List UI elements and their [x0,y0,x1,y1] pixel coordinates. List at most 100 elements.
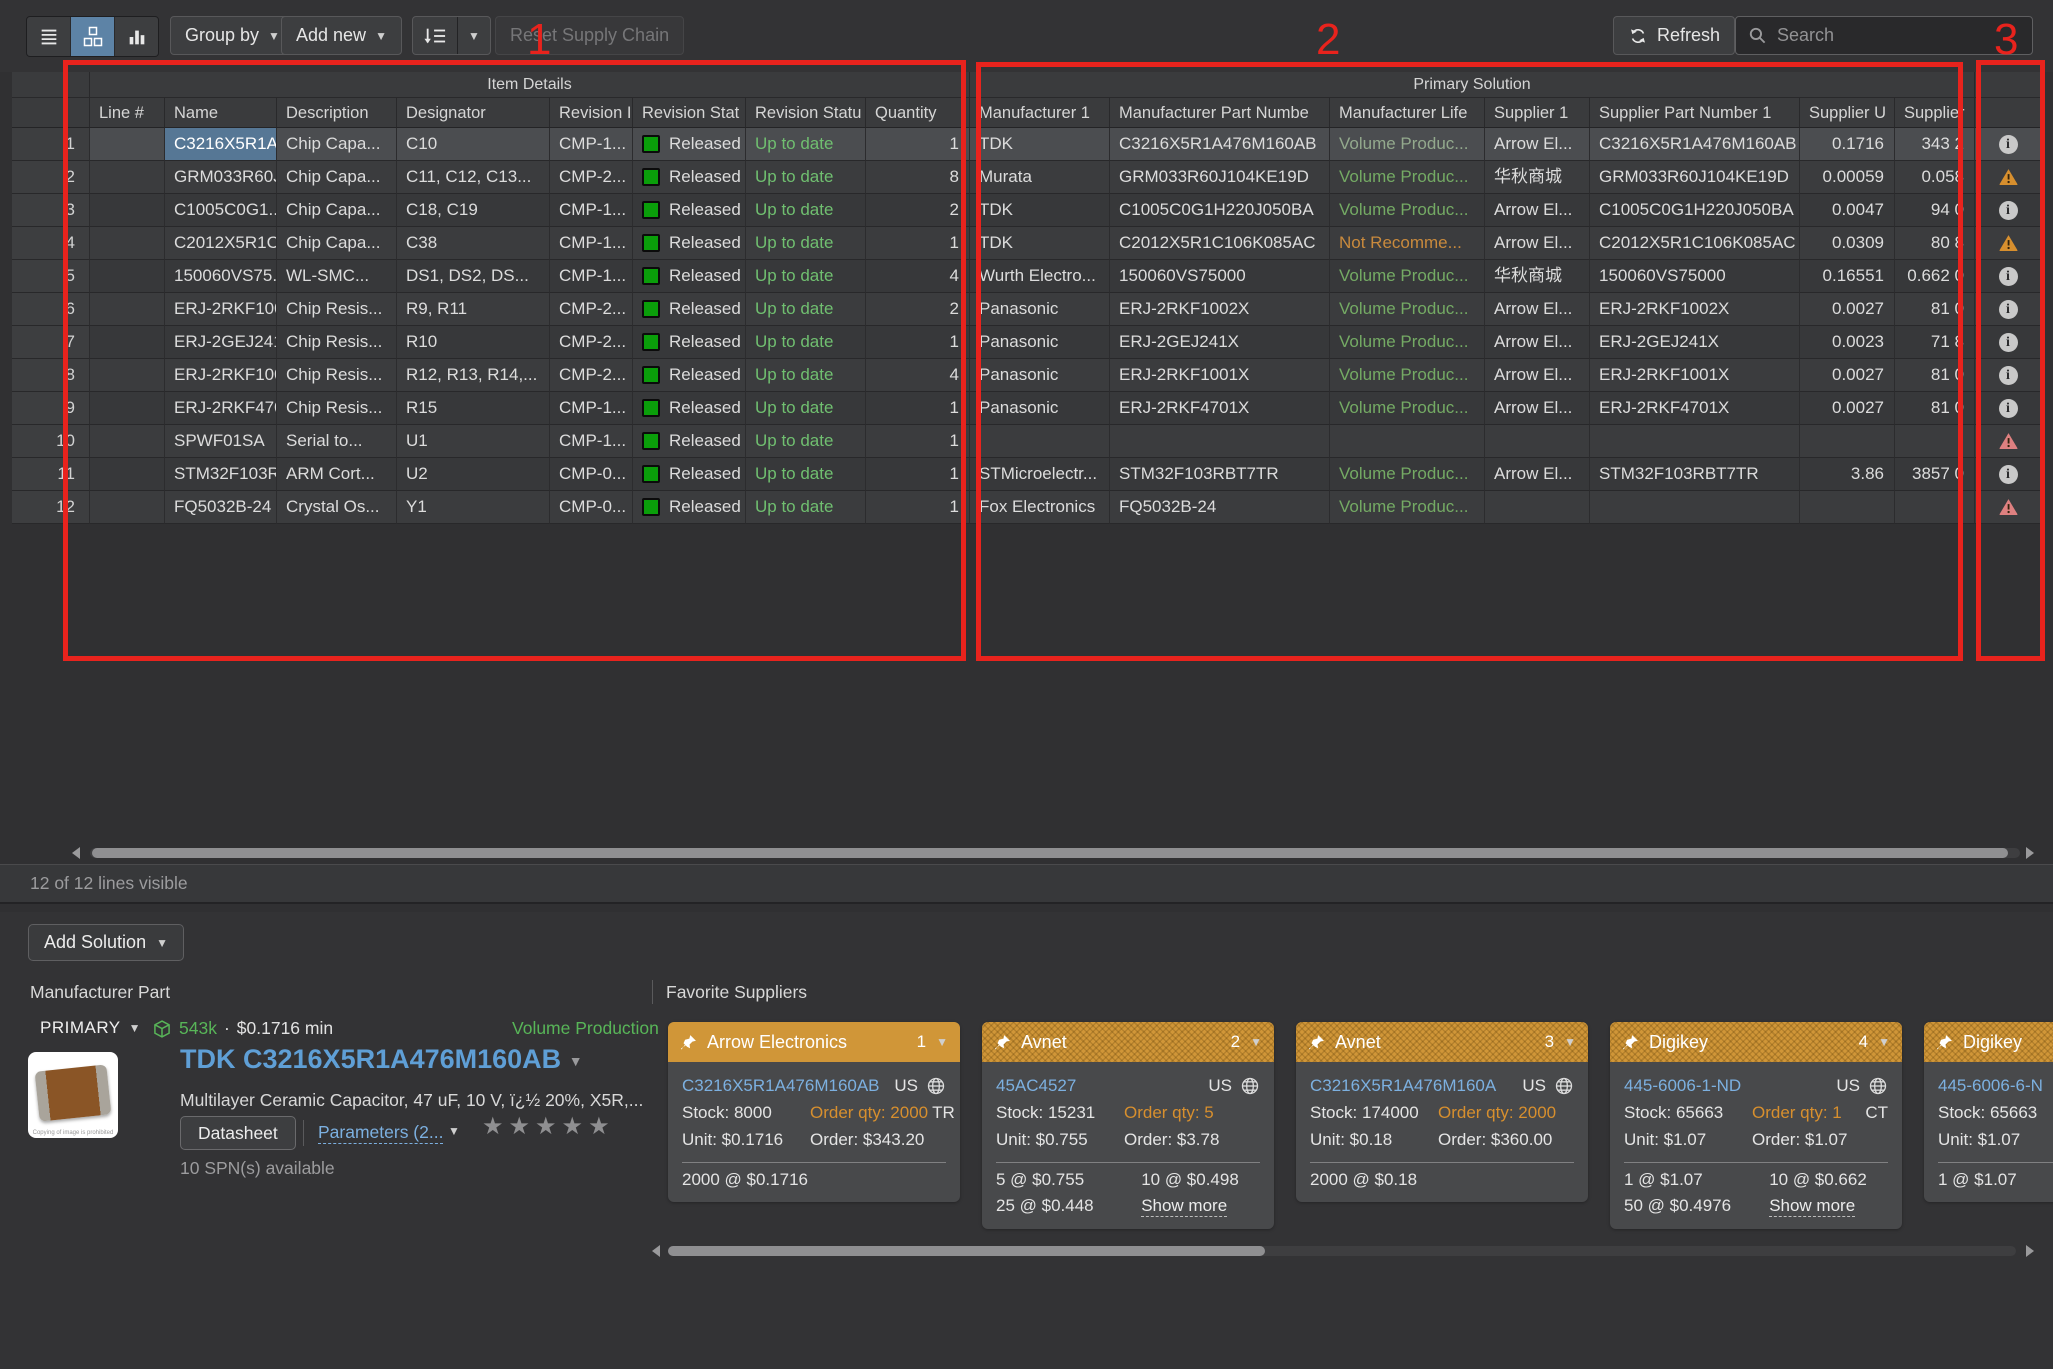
cell-supplier[interactable] [1485,425,1590,458]
cell-supplier-unit-price[interactable] [1800,491,1895,524]
cell-line[interactable] [90,326,165,359]
cell-revision-id[interactable]: CMP-2... [550,161,633,194]
cell-supplier[interactable]: Arrow El... [1485,326,1590,359]
cell-supplier-unit-price[interactable]: 0.0027 [1800,359,1895,392]
cell-revision-status[interactable]: Released [633,293,746,326]
cell-revision-status[interactable]: Released [633,359,746,392]
cell-revision-id[interactable]: CMP-0... [550,491,633,524]
supplier-card-header[interactable]: Digikey▼ [1924,1022,2053,1062]
add-new-button[interactable]: Add new ▼ [281,16,402,55]
cell-revision-id[interactable]: CMP-2... [550,359,633,392]
solution-rank-dropdown[interactable]: PRIMARY ▼ [40,1018,141,1038]
cell-name[interactable]: SPWF01SA [165,425,277,458]
cell-supplier-extra[interactable]: 343 2 [1895,128,1975,161]
cell-manufacturer-part-number[interactable]: C2012X5R1C106K085AC [1110,227,1330,260]
cell-manufacturer-part-number[interactable]: ERJ-2RKF4701X [1110,392,1330,425]
cell-line[interactable] [90,194,165,227]
cell-description[interactable]: Chip Resis... [277,392,397,425]
cell-description[interactable]: Serial to... [277,425,397,458]
scroll-right-arrow[interactable] [2026,1245,2034,1257]
cell-revision-id[interactable]: CMP-0... [550,458,633,491]
supplier-card-header[interactable]: Avnet2▼ [982,1022,1274,1062]
column-header-supplier-part-number-1[interactable]: Supplier Part Number 1 [1590,98,1800,128]
cell-supplier-part-number[interactable]: ERJ-2GEJ241X [1590,326,1800,359]
cell-manufacturer[interactable]: Fox Electronics [970,491,1110,524]
cell-manufacturer[interactable] [970,425,1110,458]
cell-description[interactable]: Chip Resis... [277,326,397,359]
cell-revision-id[interactable]: CMP-2... [550,293,633,326]
row-number[interactable]: 12 [12,491,90,524]
reset-supply-chain-button[interactable]: Reset Supply Chain [495,16,684,55]
info-icon[interactable]: i [1999,366,2018,385]
cell-supplier-extra[interactable]: 81 0 [1895,293,1975,326]
cell-name[interactable]: 150060VS75... [165,260,277,293]
table-row[interactable]: 9ERJ-2RKF470...Chip Resis...R15CMP-1...R… [12,392,2041,425]
cell-line[interactable] [90,458,165,491]
cell-revision-status[interactable]: Released [633,491,746,524]
cell-manufacturer[interactable]: Wurth Electro... [970,260,1110,293]
column-header-alerts[interactable] [1975,98,2041,128]
cell-manufacturer-lifecycle[interactable] [1330,425,1485,458]
part-title-link[interactable]: TDK C3216X5R1A476M160AB ▼ [180,1044,583,1075]
column-header-revision-status[interactable]: Revision Stat [633,98,746,128]
column-header-supplier-unit[interactable]: Supplier U [1800,98,1895,128]
suppliers-horizontal-scrollbar[interactable] [0,1243,2053,1259]
cell-quantity[interactable]: 1 [866,425,970,458]
table-row[interactable]: 4C2012X5R1C...Chip Capa...C38CMP-1...Rel… [12,227,2041,260]
cell-revision-status[interactable]: Released [633,326,746,359]
cell-manufacturer-lifecycle[interactable]: Not Recomme... [1330,227,1485,260]
cell-name[interactable]: ERJ-2RKF100... [165,293,277,326]
cell-quantity[interactable]: 2 [866,293,970,326]
cell-manufacturer-lifecycle[interactable]: Volume Produc... [1330,293,1485,326]
cell-designator[interactable]: C38 [397,227,550,260]
info-icon[interactable]: i [1999,399,2018,418]
search-input[interactable]: Search [1735,16,2033,55]
cell-supplier-unit-price[interactable]: 0.1716 [1800,128,1895,161]
show-more-link[interactable]: Show more [1141,1196,1227,1217]
cell-description[interactable]: WL-SMC... [277,260,397,293]
cell-alert[interactable]: i [1975,458,2041,491]
cell-supplier[interactable]: Arrow El... [1485,392,1590,425]
cell-supplier-unit-price[interactable]: 0.0027 [1800,392,1895,425]
cell-quantity[interactable]: 1 [866,326,970,359]
cell-alert[interactable] [1975,161,2041,194]
cell-supplier-part-number[interactable]: STM32F103RBT7TR [1590,458,1800,491]
supplier-part-number-link[interactable]: 445-6006-1-ND [1624,1076,1836,1096]
cell-supplier[interactable]: Arrow El... [1485,227,1590,260]
supplier-part-number-link[interactable]: C3216X5R1A476M160A [1310,1076,1522,1096]
cell-line[interactable] [90,293,165,326]
cell-supplier[interactable]: Arrow El... [1485,293,1590,326]
table-row[interactable]: 5150060VS75...WL-SMC...DS1, DS2, DS...CM… [12,260,2041,293]
cell-alert[interactable] [1975,227,2041,260]
cell-revision-status[interactable]: Released [633,458,746,491]
column-header-name[interactable]: Name [165,98,277,128]
cell-line[interactable] [90,392,165,425]
cell-quantity[interactable]: 1 [866,227,970,260]
cell-supplier-unit-price[interactable]: 0.0023 [1800,326,1895,359]
info-icon[interactable]: i [1999,201,2018,220]
scroll-left-arrow[interactable] [72,847,80,859]
row-number[interactable]: 3 [12,194,90,227]
cell-manufacturer-part-number[interactable]: C1005C0G1H220J050BA [1110,194,1330,227]
cell-supplier-part-number[interactable]: ERJ-2RKF1001X [1590,359,1800,392]
cell-revision-id[interactable]: CMP-1... [550,392,633,425]
cell-designator[interactable]: R10 [397,326,550,359]
flat-list-view-button[interactable] [27,17,71,56]
cell-supplier-unit-price[interactable]: 0.0309 [1800,227,1895,260]
cell-revision-id[interactable]: CMP-1... [550,260,633,293]
cell-designator[interactable]: C10 [397,128,550,161]
table-row[interactable]: 10SPWF01SASerial to...U1CMP-1...Released… [12,425,2041,458]
column-header-revision-id[interactable]: Revision II [550,98,633,128]
cell-manufacturer-part-number[interactable]: ERJ-2RKF1002X [1110,293,1330,326]
cell-description[interactable]: Chip Capa... [277,194,397,227]
cell-revision-status[interactable]: Released [633,425,746,458]
cell-supplier[interactable]: Arrow El... [1485,194,1590,227]
cell-line[interactable] [90,227,165,260]
cell-manufacturer-lifecycle[interactable]: Volume Produc... [1330,326,1485,359]
cell-revision-status[interactable]: Released [633,128,746,161]
row-number[interactable]: 5 [12,260,90,293]
cell-name[interactable]: C2012X5R1C... [165,227,277,260]
table-row[interactable]: 1C3216X5R1A...Chip Capa...C10CMP-1...Rel… [12,128,2041,161]
info-icon[interactable]: i [1999,465,2018,484]
sort-button[interactable] [413,17,457,54]
